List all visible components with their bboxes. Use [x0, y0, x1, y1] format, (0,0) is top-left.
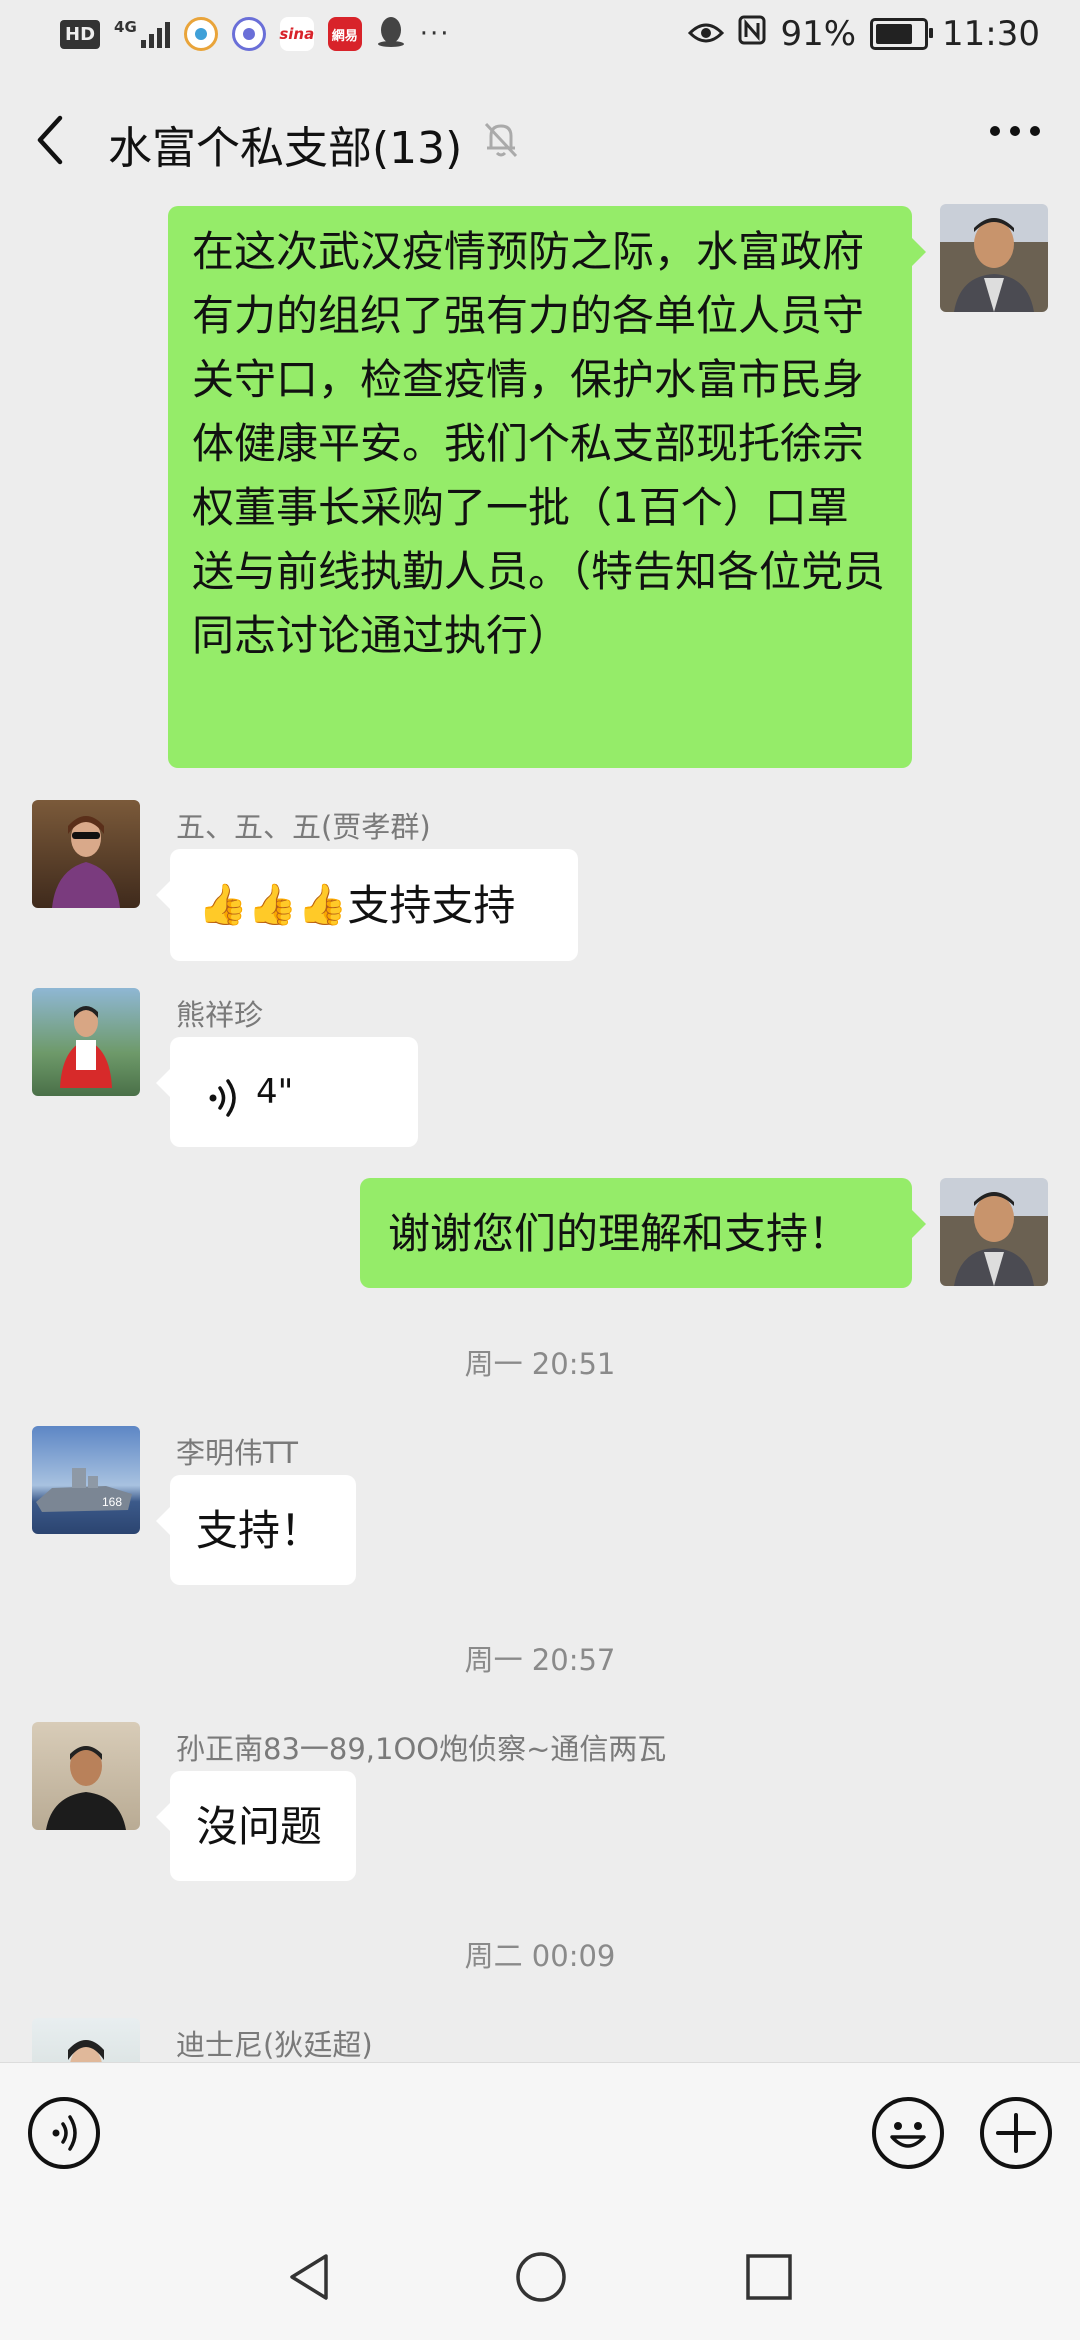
- hd-badge: HD: [60, 19, 101, 49]
- more-options-button[interactable]: [990, 126, 1040, 136]
- network-type: 4G: [114, 18, 137, 36]
- message-text: 在这次武汉疫情预防之际，水富政府有力的组织了强有力的各单位人员守关守口，检查疫情…: [192, 227, 886, 660]
- battery-percent: 91%: [780, 14, 857, 54]
- more-notifications-indicator: ···: [419, 19, 451, 49]
- voice-duration: 4": [256, 1071, 294, 1112]
- browser-icon: [231, 17, 266, 51]
- signal-icon: [140, 20, 170, 48]
- emoji-button[interactable]: [872, 2097, 944, 2169]
- sender-name: 孙正南83一89,1OO炮侦察~通信两瓦: [176, 1732, 667, 1766]
- plus-icon: [996, 2113, 1036, 2153]
- incoming-message-bubble[interactable]: 支持！: [156, 1475, 356, 1585]
- avatar-sun-zhengnan[interactable]: [32, 1722, 140, 1830]
- nav-home-button[interactable]: [514, 2250, 568, 2308]
- emoji-icon: [890, 2122, 926, 2148]
- system-navigation-bar: [0, 2214, 1080, 2340]
- message-text: 支持！: [196, 1505, 323, 1555]
- message-timestamp: 周二 00:09: [464, 1939, 616, 1973]
- sender-name: 迪士尼(狄廷超): [176, 2028, 373, 2062]
- netease-icon: 網易: [327, 17, 362, 51]
- avatar-di-tingchao[interactable]: [32, 2018, 140, 2062]
- message-text: 谢谢您们的理解和支持！: [388, 1208, 851, 1258]
- nav-recents-button[interactable]: [744, 2252, 794, 2306]
- qq-icon: [376, 16, 406, 52]
- avatar-xiong-xiangzhen[interactable]: [32, 988, 140, 1096]
- clock: 11:30: [942, 14, 1040, 54]
- message-text: 沒问题: [196, 1801, 323, 1851]
- avatar-self[interactable]: [940, 204, 1048, 312]
- circle-home-icon: [516, 2252, 566, 2302]
- message-text: 支持支持: [347, 880, 516, 930]
- message-timestamp: 周一 20:51: [464, 1347, 616, 1381]
- sender-name: 熊祥珍: [176, 998, 264, 1032]
- voice-wave-icon: [208, 1072, 244, 1117]
- sender-name: 五、五、五(贾孝群): [176, 810, 431, 844]
- message-timestamp: 周一 20:57: [464, 1643, 616, 1677]
- eye-comfort-icon: [688, 14, 725, 54]
- thumbs-up-emoji: 👍👍👍: [198, 881, 348, 928]
- voice-mode-button[interactable]: [28, 2097, 100, 2169]
- square-recents-icon: [746, 2254, 792, 2300]
- nav-back-button[interactable]: [284, 2250, 334, 2308]
- outgoing-message-bubble[interactable]: 谢谢您们的理解和支持！: [360, 1178, 926, 1288]
- back-button[interactable]: [30, 112, 80, 168]
- weibo-icon: [183, 17, 218, 51]
- sina-icon: sina: [279, 17, 314, 51]
- nfc-icon: [738, 14, 766, 54]
- more-functions-button[interactable]: [980, 2097, 1052, 2169]
- voice-mode-icon: [52, 2115, 77, 2151]
- avatar-li-mingwei[interactable]: 168: [32, 1426, 140, 1534]
- mute-notifications-icon: [480, 118, 522, 160]
- svg-text:168: 168: [102, 1495, 122, 1509]
- battery-icon: [870, 18, 934, 50]
- incoming-message-bubble[interactable]: 👍👍👍 支持支持: [156, 849, 578, 961]
- chat-input-bar: [0, 2062, 1080, 2215]
- chat-title: 水富个私支部(13): [108, 123, 463, 174]
- voice-message-bubble[interactable]: 4": [156, 1037, 418, 1147]
- outgoing-message-bubble[interactable]: 在这次武汉疫情预防之际，水富政府有力的组织了强有力的各单位人员守关守口，检查疫情…: [168, 206, 926, 768]
- incoming-message-bubble[interactable]: 沒问题: [156, 1771, 356, 1881]
- status-bar: HD 4G sina 網易 ··· 91% 11:30: [0, 0, 1080, 74]
- message-list[interactable]: 在这次武汉疫情预防之际，水富政府有力的组织了强有力的各单位人员守关守口，检查疫情…: [0, 204, 1080, 2062]
- chat-header: 水富个私支部(13): [0, 74, 1080, 204]
- triangle-back-icon: [290, 2254, 328, 2300]
- avatar-jia-xiaoqun[interactable]: [32, 800, 140, 908]
- avatar-self[interactable]: [940, 1178, 1048, 1286]
- chevron-left-icon: [37, 115, 63, 165]
- sender-name: 李明伟TT: [176, 1436, 298, 1470]
